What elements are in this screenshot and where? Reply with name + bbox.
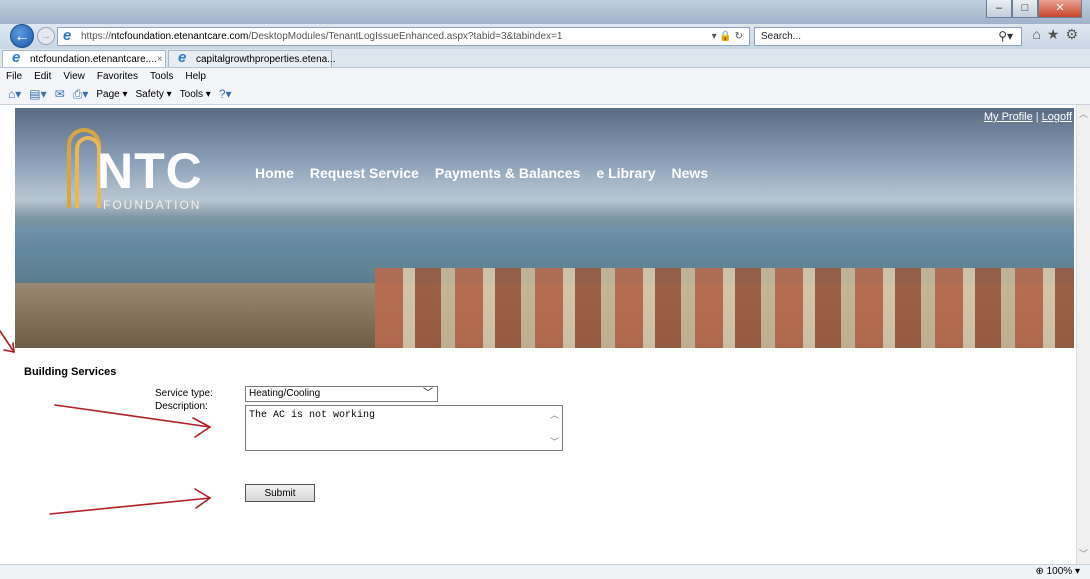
service-type-value: Heating/Cooling [249,388,321,399]
back-arrow-icon: ← [14,28,30,45]
search-input[interactable]: Search... ⚲▾ [754,27,1022,46]
page-viewport: NTC FOUNDATION My Profile | Logoff Home Re… [0,105,1090,564]
logoff-link[interactable]: Logoff [1042,111,1072,123]
banner-buildings-image [375,268,1074,348]
service-type-select[interactable]: Heating/Cooling ﹀ [245,386,438,402]
close-window-button[interactable]: ✕ [1038,0,1082,18]
home-icon[interactable]: ⌂ [1032,26,1046,42]
logo-text: NTC [97,143,203,199]
ie-page-icon [63,27,77,44]
close-tab-icon[interactable]: × [157,54,163,65]
print-icon[interactable]: ⎙▾ [73,87,89,102]
address-url: https://ntcfoundation.etenantcare.com/De… [81,31,563,42]
gear-icon[interactable]: ⚙ [1065,26,1084,42]
zoom-value: 100% [1046,566,1073,577]
account-links: My Profile | Logoff [984,111,1072,123]
menu-favorites[interactable]: Favorites [97,71,138,82]
menu-file[interactable]: File [6,71,22,82]
nav-e-library[interactable]: e Library [596,165,655,181]
ntc-foundation-logo[interactable]: NTC FOUNDATION [67,128,217,213]
page-scrollbar[interactable]: ︿ ﹀ [1076,105,1090,564]
description-value: The AC is not working [249,410,376,421]
my-profile-link[interactable]: My Profile [984,111,1033,123]
page-menu[interactable]: Page ▾ [96,89,127,100]
header-banner: NTC FOUNDATION My Profile | Logoff Home Re… [15,108,1074,348]
address-actions[interactable]: ▾ 🔒 ↻ [712,31,743,42]
browser-toolbar-icons: ⌂★⚙ [1032,26,1084,43]
window-titlebar: – □ ✕ [0,0,1090,24]
section-title: Building Services [24,366,117,378]
zoom-level[interactable]: ⊕ 100% ▾ [1035,566,1080,577]
tab-capitalgrowth[interactable]: capitalgrowthproperties.etena... [168,49,336,67]
search-placeholder: Search... [761,31,802,42]
ie-tab-icon [12,49,26,66]
logo-subtext: FOUNDATION [103,198,202,212]
search-icon[interactable]: ⚲▾ [998,29,1013,43]
menu-bar: File Edit View Favorites Tools Help [0,68,1090,84]
minimize-button[interactable]: – [986,0,1012,18]
tab-ntcfoundation[interactable]: ntcfoundation.etenantcare.... × [2,49,166,67]
service-type-label: Service type: [155,388,213,399]
nav-payments-balances[interactable]: Payments & Balances [435,165,581,181]
back-button[interactable]: ← [10,24,34,48]
menu-help[interactable]: Help [185,71,206,82]
help-icon[interactable]: ?▾ [219,87,232,101]
submit-button[interactable]: Submit [245,484,315,502]
scroll-down-icon[interactable]: ﹀ [1079,547,1088,560]
menu-edit[interactable]: Edit [34,71,51,82]
nav-home[interactable]: Home [255,165,294,181]
link-separator: | [1035,111,1039,123]
tab-label: capitalgrowthproperties.etena... [196,53,336,65]
forward-button[interactable]: → [37,27,55,45]
favorites-star-icon[interactable]: ★ [1047,26,1066,42]
nav-news[interactable]: News [672,165,709,181]
command-bar: ⌂▾ ▤▾ ✉ ⎙▾ Page ▾ Safety ▾ Tools ▾ ?▾ [0,84,1090,105]
feeds-icon[interactable]: ▤▾ [29,87,46,101]
ie-tab-icon [178,49,192,66]
navigation-bar: ← → https://ntcfoundation.etenantcare.co… [0,24,1090,49]
menu-view[interactable]: View [63,71,85,82]
home-icon[interactable]: ⌂▾ [8,87,21,101]
description-label: Description: [155,401,208,412]
tools-menu[interactable]: Tools ▾ [180,89,211,100]
banner-shore-image [15,283,435,348]
safety-menu[interactable]: Safety ▾ [136,89,172,100]
scroll-down-icon[interactable]: ﹀ [550,435,559,448]
tab-label: ntcfoundation.etenantcare.... [30,53,157,65]
address-bar[interactable]: https://ntcfoundation.etenantcare.com/De… [57,27,750,46]
scroll-up-icon[interactable]: ︿ [1079,107,1088,120]
scroll-up-icon[interactable]: ︿ [550,408,559,421]
main-navigation: Home Request Service Payments & Balances… [255,165,708,181]
status-bar: ⊕ 100% ▾ [0,564,1090,579]
chevron-down-icon: ﹀ [423,388,433,399]
window-controls: – □ ✕ [986,0,1082,18]
forward-arrow-icon: → [40,30,52,42]
nav-request-service[interactable]: Request Service [310,165,419,181]
maximize-button[interactable]: □ [1012,0,1038,18]
mail-icon[interactable]: ✉ [55,87,65,101]
description-textarea[interactable]: The AC is not working ︿ ﹀ [245,405,563,451]
tab-bar: ntcfoundation.etenantcare.... × capitalg… [0,49,1090,68]
menu-tools[interactable]: Tools [150,71,173,82]
